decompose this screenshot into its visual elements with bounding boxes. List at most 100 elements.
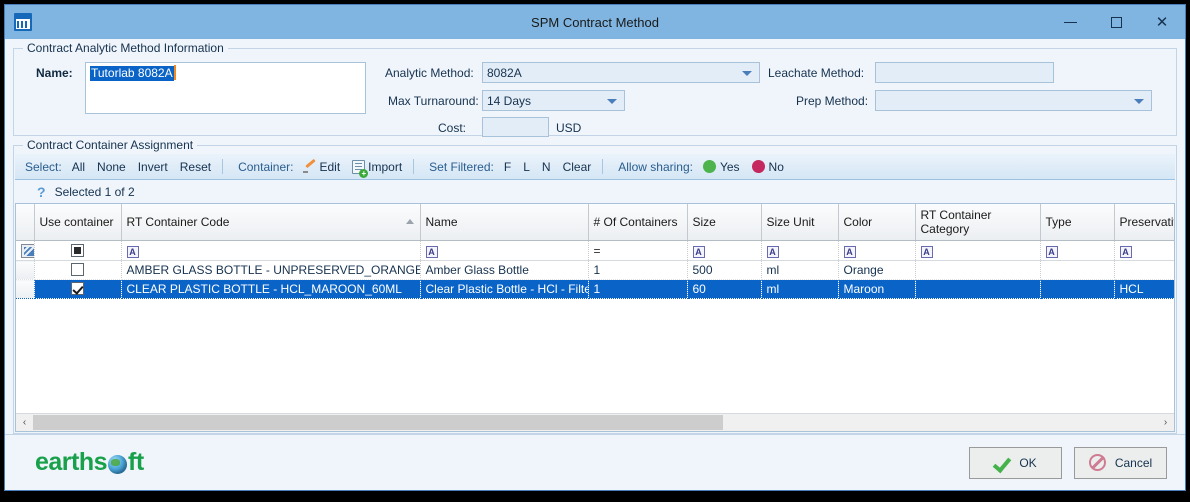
pencil-icon: [303, 161, 317, 173]
chevron-down-icon: [1134, 99, 1144, 104]
logo-text-before: earths: [35, 448, 107, 477]
select-all-button[interactable]: All: [66, 159, 91, 175]
edit-container-button[interactable]: Edit: [297, 159, 346, 175]
allow-sharing-no-button[interactable]: No: [746, 159, 790, 175]
container-group-legend: Contract Container Assignment: [23, 138, 197, 152]
dialog-buttons: OK Cancel: [969, 447, 1167, 479]
cell-color: Maroon: [838, 280, 915, 299]
footer-bar: earths ft OK Cancel: [5, 434, 1185, 490]
column-header-color[interactable]: Color: [838, 204, 915, 241]
green-circle-icon: [703, 160, 716, 173]
minimize-button[interactable]: [1047, 5, 1093, 39]
sharing-yes-label: Yes: [720, 160, 740, 174]
window-controls: ✕: [1047, 5, 1185, 39]
container-toolbar: Select: All None Invert Reset Container:…: [15, 154, 1175, 180]
row-header[interactable]: [16, 261, 34, 280]
cell-num-of-containers: 1: [588, 280, 687, 299]
cancel-button[interactable]: Cancel: [1074, 447, 1167, 479]
container-table: Use container RT Container Code Name # O…: [16, 204, 1174, 299]
set-filtered-l-button[interactable]: L: [517, 159, 536, 175]
filter-num-of-containers[interactable]: =: [588, 241, 687, 261]
set-filtered-label: Set Filtered:: [429, 160, 494, 174]
filter-text-icon: A: [1046, 246, 1058, 258]
column-header-rt-container-category[interactable]: RT Container Category: [915, 204, 1040, 241]
cost-input[interactable]: [482, 117, 549, 137]
allow-sharing-yes-button[interactable]: Yes: [697, 159, 746, 175]
filter-size[interactable]: A: [687, 241, 761, 261]
cell-size: 500: [687, 261, 761, 280]
use-container-checkbox: [71, 263, 84, 276]
leachate-method-input[interactable]: [875, 62, 1054, 83]
max-turnaround-dropdown[interactable]: 14 Days: [482, 90, 625, 111]
close-button[interactable]: ✕: [1139, 5, 1185, 39]
cell-size-unit: ml: [761, 280, 838, 299]
info-fields: Name: Tutorlab 8082A Analytic Method: 80…: [14, 49, 1176, 135]
maximize-icon: [1111, 17, 1122, 28]
column-header-size-unit[interactable]: Size Unit: [761, 204, 838, 241]
cell-preservative: HCL: [1114, 280, 1174, 299]
sharing-no-label: No: [769, 160, 784, 174]
cell-use-container[interactable]: [34, 261, 121, 280]
scrollbar-track[interactable]: [33, 415, 1157, 430]
globe-icon: [108, 455, 127, 474]
select-none-button[interactable]: None: [91, 159, 132, 175]
set-filtered-n-button[interactable]: N: [536, 159, 557, 175]
name-input[interactable]: Tutorlab 8082A: [85, 62, 366, 114]
maximize-button[interactable]: [1093, 5, 1139, 39]
prep-method-dropdown[interactable]: [875, 90, 1152, 111]
row-header[interactable]: [16, 280, 34, 299]
edit-label: Edit: [319, 160, 340, 174]
cell-rt-container-code: AMBER GLASS BOTTLE - UNPRESERVED_ORANGE_…: [121, 261, 420, 280]
column-header-name[interactable]: Name: [420, 204, 588, 241]
checkmark-icon: [994, 456, 1010, 469]
max-turnaround-value: 14 Days: [487, 94, 531, 108]
table-row[interactable]: CLEAR PLASTIC BOTTLE - HCL_MAROON_60ML C…: [16, 280, 1174, 299]
calendar-grid-icon: [14, 13, 32, 31]
filter-text-icon: A: [921, 246, 933, 258]
analytic-method-dropdown[interactable]: 8082A: [482, 62, 760, 83]
filter-rt-container-code[interactable]: A: [121, 241, 420, 261]
filter-name[interactable]: A: [420, 241, 588, 261]
scroll-left-arrow-icon[interactable]: ‹: [16, 417, 33, 428]
select-invert-button[interactable]: Invert: [132, 159, 174, 175]
analytic-method-value: 8082A: [487, 66, 522, 80]
column-header-use-container[interactable]: Use container: [34, 204, 121, 241]
scroll-right-arrow-icon[interactable]: ›: [1157, 417, 1174, 428]
filter-use-container[interactable]: [34, 241, 121, 261]
no-entry-icon: [1089, 454, 1106, 471]
filter-builder-cell[interactable]: [16, 241, 34, 261]
filter-size-unit[interactable]: A: [761, 241, 838, 261]
filter-rt-container-category[interactable]: A: [915, 241, 1040, 261]
column-header-preservative[interactable]: Preservative: [1114, 204, 1174, 241]
scrollbar-thumb[interactable]: [33, 415, 723, 430]
import-document-icon: [352, 160, 365, 174]
prep-method-label: Prep Method:: [796, 94, 868, 108]
filter-preservative[interactable]: A: [1114, 241, 1174, 261]
import-label: Import: [368, 160, 402, 174]
cell-use-container[interactable]: [34, 280, 121, 299]
filter-text-icon: A: [767, 246, 779, 258]
set-filtered-clear-button[interactable]: Clear: [557, 159, 598, 175]
toolbar-divider: [413, 159, 414, 174]
column-header-rt-container-code[interactable]: RT Container Code: [121, 204, 420, 241]
logo-text-after: ft: [128, 448, 144, 477]
cell-preservative: [1114, 261, 1174, 280]
select-reset-button[interactable]: Reset: [174, 159, 217, 175]
question-mark-icon[interactable]: ?: [37, 184, 46, 200]
import-container-button[interactable]: Import: [346, 159, 408, 175]
column-header-type[interactable]: Type: [1040, 204, 1114, 241]
column-header-size[interactable]: Size: [687, 204, 761, 241]
ok-button[interactable]: OK: [969, 447, 1062, 479]
cost-label: Cost:: [438, 121, 466, 135]
toolbar-divider: [222, 159, 223, 174]
horizontal-scrollbar[interactable]: ‹ ›: [16, 413, 1174, 431]
filter-color[interactable]: A: [838, 241, 915, 261]
selection-status-bar: ? Selected 1 of 2: [15, 180, 1175, 203]
column-header-num-of-containers[interactable]: # Of Containers: [588, 204, 687, 241]
title-bar: SPM Contract Method ✕: [5, 5, 1185, 39]
chevron-down-icon: [607, 99, 617, 104]
filter-type[interactable]: A: [1040, 241, 1114, 261]
filter-text-icon: A: [1120, 246, 1132, 258]
set-filtered-f-button[interactable]: F: [498, 159, 517, 175]
table-row[interactable]: AMBER GLASS BOTTLE - UNPRESERVED_ORANGE_…: [16, 261, 1174, 280]
